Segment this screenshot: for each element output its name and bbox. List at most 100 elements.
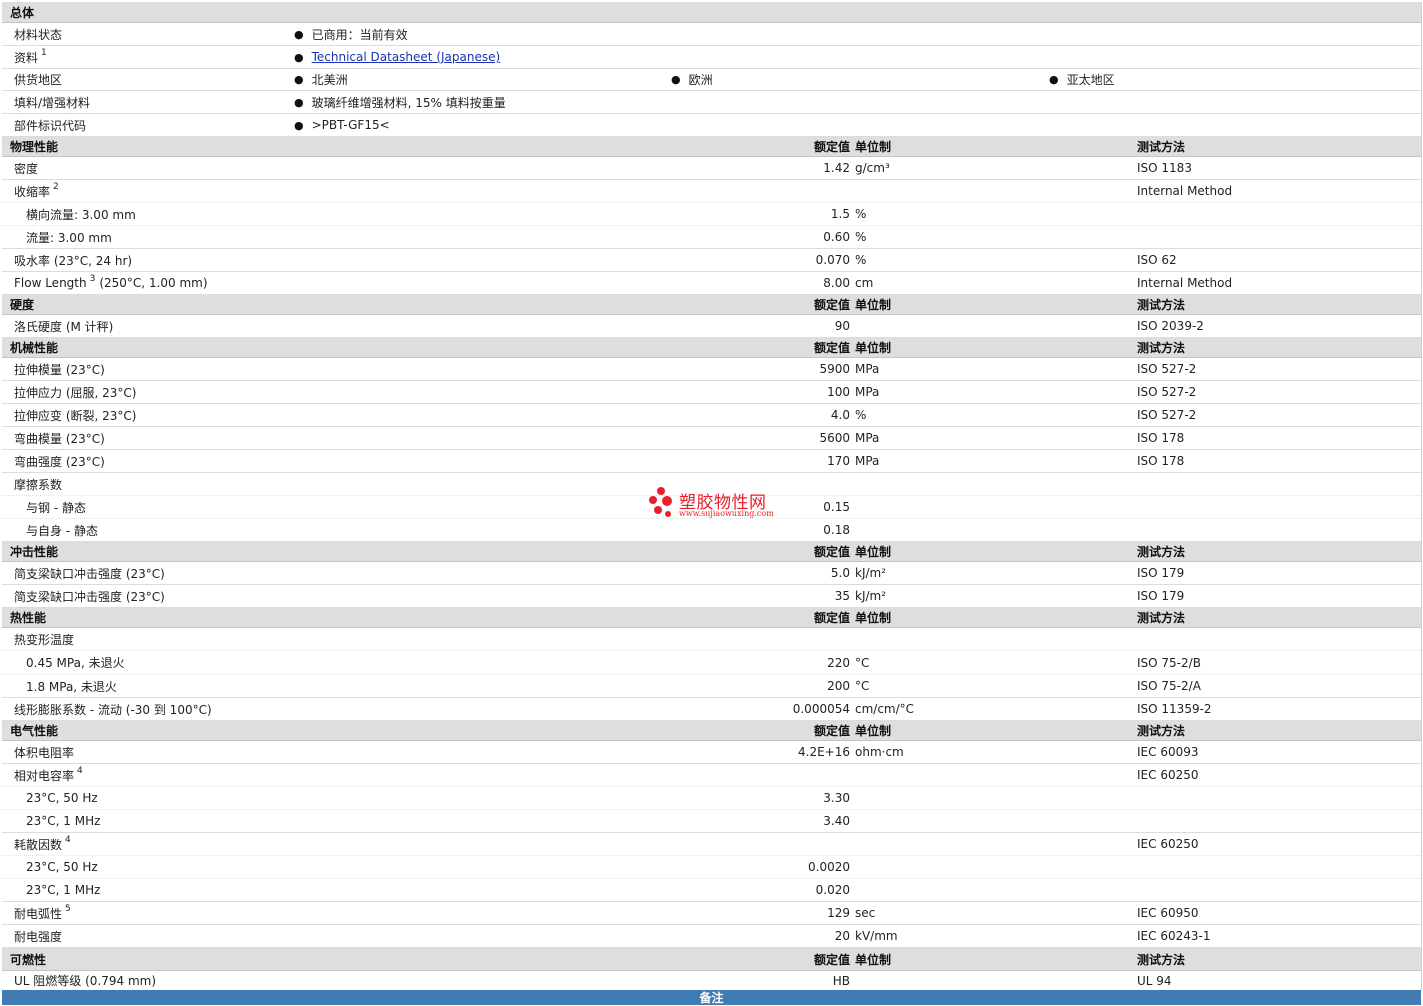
notes-bar[interactable]: 备注 bbox=[2, 990, 1421, 1005]
property-label: 23°C, 50 Hz bbox=[26, 787, 98, 809]
property-label: UL 阻燃等级 (0.794 mm) bbox=[14, 971, 156, 990]
property-value: 129 bbox=[827, 906, 850, 920]
property-method: Internal Method bbox=[1137, 276, 1233, 290]
property-label-text: UL 阻燃等级 (0.794 mm) bbox=[14, 974, 157, 988]
property-method: ISO 2039-2 bbox=[1137, 319, 1204, 333]
bullet-icon: ● bbox=[294, 118, 304, 132]
property-value: 5900 bbox=[819, 362, 850, 376]
property-sub-row: 1.8 MPa, 未退火 200 °C ISO 75-2/A bbox=[2, 675, 1421, 698]
general-value-text: 北美洲 bbox=[311, 73, 348, 87]
property-unit: kJ/m² bbox=[855, 589, 887, 603]
footnote-marker: 2 bbox=[53, 182, 59, 192]
property-row: UL 阻燃等级 (0.794 mm) HB UL 94 bbox=[2, 971, 1421, 991]
bullet-icon: ● bbox=[294, 27, 304, 41]
property-label: 摩擦系数 bbox=[14, 473, 62, 495]
property-unit: ohm·cm bbox=[855, 745, 904, 759]
section-header: 物理性能 额定值 单位制 测试方法 bbox=[2, 137, 1421, 157]
property-value: 200 bbox=[827, 679, 850, 693]
property-sub-row: 23°C, 1 MHz 3.40 bbox=[2, 810, 1421, 833]
property-label: 0.45 MPa, 未退火 bbox=[26, 651, 125, 674]
column-header-unit: 单位制 bbox=[855, 952, 892, 967]
footnote-marker: 5 bbox=[65, 904, 71, 914]
column-header-method: 测试方法 bbox=[1137, 545, 1186, 559]
property-label-text: 拉伸模量 (23°C) bbox=[14, 362, 105, 377]
property-label-text: 耗散因数 bbox=[14, 837, 63, 852]
property-label-text: 洛氏硬度 (M 计秤) bbox=[14, 319, 114, 334]
property-label: 与钢 - 静态 bbox=[26, 496, 86, 518]
property-sub-row: 23°C, 1 MHz 0.020 bbox=[2, 879, 1421, 902]
section-header: 热性能 额定值 单位制 测试方法 bbox=[2, 608, 1421, 628]
property-row: Flow Length 3 (250°C, 1.00 mm) 8.00 cm Intern… bbox=[2, 272, 1421, 295]
property-value: HB bbox=[832, 973, 850, 988]
bullet-icon: ● bbox=[294, 50, 304, 64]
property-value: 0.15 bbox=[823, 500, 850, 514]
property-label-text: 相对电容率 bbox=[14, 768, 75, 783]
general-value-text: >PBT-GF15< bbox=[311, 118, 390, 132]
section-title: 物理性能 bbox=[10, 140, 59, 154]
property-label-text: 拉伸应力 (屈服, 23°C) bbox=[14, 385, 137, 400]
property-row: 简支梁缺口冲击强度 (23°C) 35 kJ/m² ISO 179 bbox=[2, 585, 1421, 608]
property-value: 0.070 bbox=[815, 253, 850, 267]
property-unit: MPa bbox=[855, 362, 880, 376]
bullet-icon: ● bbox=[1049, 73, 1059, 86]
property-value: 0.60 bbox=[823, 230, 850, 244]
property-label: 23°C, 1 MHz bbox=[26, 879, 100, 901]
property-row: 吸水率 (23°C, 24 hr) 0.070% ISO 62 bbox=[2, 249, 1421, 272]
property-value: 3.40 bbox=[823, 814, 850, 828]
column-header-value: 额定值 bbox=[813, 611, 850, 625]
datasheet-link[interactable]: Technical Datasheet (Japanese) bbox=[312, 50, 501, 64]
property-sub-row: 与自身 - 静态 0.18 bbox=[2, 519, 1421, 542]
property-method: IEC 60250 bbox=[1137, 768, 1199, 782]
property-value: 4.0 bbox=[830, 408, 850, 422]
property-label: 耐电强度 bbox=[14, 925, 62, 947]
property-row: 耗散因数 4 IEC 60250 bbox=[2, 833, 1421, 856]
general-label-text: 部件标识代码 bbox=[14, 118, 87, 133]
column-header-method: 测试方法 bbox=[1137, 140, 1186, 154]
general-label: 供货地区 bbox=[14, 69, 62, 90]
property-method: ISO 179 bbox=[1137, 566, 1185, 580]
property-row: 热变形温度 bbox=[2, 628, 1421, 651]
property-label: 密度 bbox=[14, 157, 38, 179]
property-label: 弯曲强度 (23°C) bbox=[14, 450, 105, 472]
property-label-text: 流量: 3.00 mm bbox=[26, 230, 112, 245]
general-row: 资料 1 ● Technical Datasheet (Japanese) bbox=[2, 46, 1421, 69]
property-method: ISO 178 bbox=[1137, 431, 1185, 445]
column-header-value: 额定值 bbox=[813, 140, 850, 154]
property-row: 收缩率 2 Internal Method bbox=[2, 180, 1421, 203]
property-unit: % bbox=[855, 408, 867, 422]
property-row: 线形膨胀系数 - 流动 (-30 到 100°C) 0.000054 cm/cm/°… bbox=[2, 698, 1421, 721]
property-label: 洛氏硬度 (M 计秤) bbox=[14, 315, 113, 337]
property-sub-row: 0.45 MPa, 未退火 220 °C ISO 75-2/B bbox=[2, 651, 1421, 675]
property-label: 简支梁缺口冲击强度 (23°C) bbox=[14, 562, 165, 584]
property-sub-row: 23°C, 50 Hz 0.0020 bbox=[2, 856, 1421, 879]
column-header-unit: 单位制 bbox=[855, 341, 892, 355]
property-method: ISO 11359-2 bbox=[1137, 702, 1212, 716]
property-row: 拉伸应变 (断裂, 23°C) 4.0% ISO 527-2 bbox=[2, 404, 1421, 427]
property-unit: MPa bbox=[855, 454, 880, 468]
property-label: 吸水率 (23°C, 24 hr) bbox=[14, 249, 132, 271]
section-title: 硬度 bbox=[10, 298, 35, 312]
property-label: 23°C, 50 Hz bbox=[26, 856, 98, 878]
property-method: Internal Method bbox=[1137, 184, 1233, 198]
general-value-text: 已商用：当前有效 bbox=[311, 27, 408, 42]
general-row: 材料状态 ● 已商用：当前有效 bbox=[2, 23, 1421, 46]
property-value: 5.0 bbox=[830, 566, 850, 580]
general-value[interactable]: ● Technical Datasheet (Japanese) bbox=[294, 46, 500, 68]
property-label-text: 弯曲强度 (23°C) bbox=[14, 454, 105, 469]
property-condition: (250°C, 1.00 mm) bbox=[99, 276, 208, 290]
general-value: ● 北美洲 bbox=[294, 69, 348, 90]
general-value: ● 亚太地区 bbox=[1049, 69, 1115, 90]
general-label-text: 资料 bbox=[14, 50, 39, 65]
property-value: 0.020 bbox=[815, 883, 850, 897]
property-unit: cm/cm/°C bbox=[855, 702, 915, 716]
property-label: 体积电阻率 bbox=[14, 741, 74, 763]
property-method: ISO 62 bbox=[1137, 253, 1177, 267]
column-header-method: 测试方法 bbox=[1137, 952, 1186, 967]
general-value-text: 亚太地区 bbox=[1066, 73, 1115, 87]
column-header-unit: 单位制 bbox=[855, 140, 892, 154]
property-label-text: 摩擦系数 bbox=[14, 477, 63, 492]
property-row: 拉伸应力 (屈服, 23°C) 100 MPa ISO 527-2 bbox=[2, 381, 1421, 404]
property-label: Flow Length 3 (250°C, 1.00 mm) bbox=[14, 272, 208, 294]
column-header-value: 额定值 bbox=[813, 724, 850, 738]
property-row: 耐电弧性 5 129 sec IEC 60950 bbox=[2, 902, 1421, 925]
